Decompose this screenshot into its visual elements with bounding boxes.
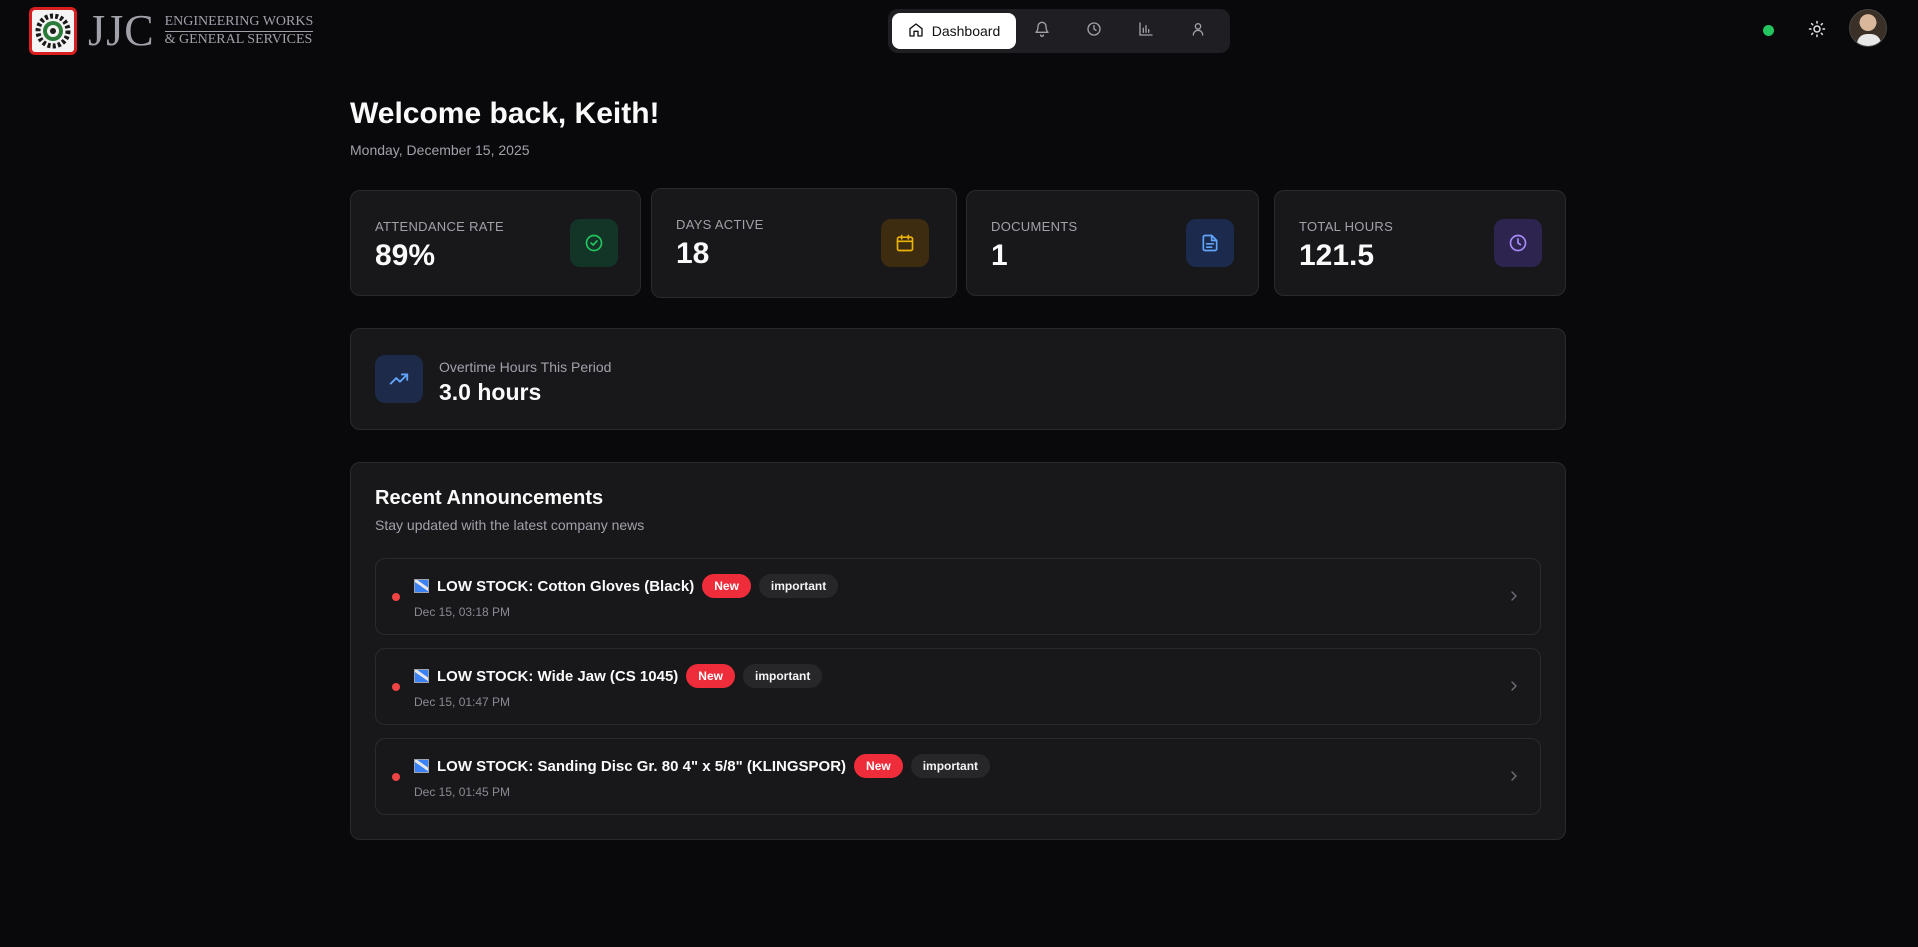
check-circle-icon [570, 219, 618, 267]
bell-icon [1034, 21, 1050, 42]
company-logo[interactable]: JJC ENGINEERING WORKS & GENERAL SERVICES [29, 6, 314, 55]
nav-reports[interactable] [1120, 13, 1172, 49]
current-date: Monday, December 15, 2025 [350, 142, 530, 158]
announcement-time: Dec 15, 01:47 PM [414, 695, 511, 709]
theme-toggle-button[interactable] [1803, 17, 1831, 45]
online-status-dot [1763, 25, 1774, 36]
nav-profile[interactable] [1172, 13, 1224, 49]
stat-label: DOCUMENTS [991, 219, 1078, 234]
stat-label: DAYS ACTIVE [676, 217, 764, 232]
new-badge: New [686, 664, 735, 688]
trending-up-icon [375, 355, 423, 403]
stat-value: 89% [375, 239, 436, 272]
flag-icon [414, 669, 429, 683]
important-badge: important [910, 754, 991, 778]
stat-value: 18 [676, 237, 710, 270]
flag-icon [414, 579, 429, 593]
logo-line-2: & GENERAL SERVICES [164, 32, 313, 47]
stat-card-documents[interactable]: DOCUMENTS 1 [966, 190, 1259, 296]
stat-card-attendance[interactable]: ATTENDANCE RATE 89% [350, 190, 641, 296]
announcement-item[interactable]: LOW STOCK: Wide Jaw (CS 1045) New import… [375, 648, 1541, 725]
announcement-title: LOW STOCK: Cotton Gloves (Black) [437, 577, 695, 595]
user-icon [1190, 21, 1206, 42]
main-nav: Dashboard [888, 9, 1230, 53]
announcement-item[interactable]: LOW STOCK: Cotton Gloves (Black) New imp… [375, 558, 1541, 635]
logo-subtitle: ENGINEERING WORKS & GENERAL SERVICES [164, 14, 314, 48]
top-header: JJC ENGINEERING WORKS & GENERAL SERVICES… [0, 0, 1918, 62]
main-content: Welcome back, Keith! Monday, December 15… [350, 96, 1566, 840]
chevron-right-icon [1511, 591, 1517, 601]
clock-icon [1086, 21, 1102, 42]
announcement-title: LOW STOCK: Wide Jaw (CS 1045) [437, 667, 679, 685]
chevron-right-icon [1511, 771, 1517, 781]
stat-label: TOTAL HOURS [1299, 219, 1394, 234]
flag-icon [414, 759, 429, 773]
calendar-icon [881, 219, 929, 267]
announcement-time: Dec 15, 03:18 PM [414, 605, 511, 619]
overtime-card: Overtime Hours This Period 3.0 hours [350, 328, 1566, 430]
announcements-subtitle: Stay updated with the latest company new… [375, 517, 645, 533]
clock-icon [1494, 219, 1542, 267]
stat-card-total-hours[interactable]: TOTAL HOURS 121.5 [1274, 190, 1566, 296]
unread-dot [392, 683, 400, 691]
overtime-label: Overtime Hours This Period [439, 359, 612, 375]
important-badge: important [742, 664, 823, 688]
announcements-title: Recent Announcements [375, 487, 604, 509]
announcement-time: Dec 15, 01:45 PM [414, 785, 511, 799]
logo-line-1: ENGINEERING WORKS [164, 14, 314, 32]
announcement-item[interactable]: LOW STOCK: Sanding Disc Gr. 80 4" x 5/8"… [375, 738, 1541, 815]
stat-value: 1 [991, 239, 1008, 272]
stat-label: ATTENDANCE RATE [375, 219, 504, 234]
nav-attendance[interactable] [1068, 13, 1120, 49]
logo-text: JJC [88, 6, 155, 55]
announcements-panel: Recent Announcements Stay updated with t… [350, 462, 1566, 840]
stats-grid: ATTENDANCE RATE 89% DAYS ACTIVE 18 DOCUM… [350, 188, 1566, 298]
document-icon [1186, 219, 1234, 267]
stat-card-days-active[interactable]: DAYS ACTIVE 18 [651, 188, 957, 298]
gear-logo-icon [29, 7, 77, 55]
welcome-heading: Welcome back, Keith! [350, 97, 660, 130]
unread-dot [392, 773, 400, 781]
overtime-value: 3.0 hours [439, 379, 542, 405]
nav-notifications[interactable] [1016, 13, 1068, 49]
home-icon [908, 22, 924, 41]
sun-icon [1808, 20, 1826, 43]
bar-chart-icon [1138, 21, 1154, 42]
new-badge: New [702, 574, 751, 598]
new-badge: New [854, 754, 903, 778]
user-avatar[interactable] [1849, 9, 1887, 47]
important-badge: important [758, 574, 839, 598]
nav-dashboard-label: Dashboard [931, 23, 1001, 39]
stat-value: 121.5 [1299, 239, 1375, 272]
unread-dot [392, 593, 400, 601]
chevron-right-icon [1511, 681, 1517, 691]
nav-dashboard[interactable]: Dashboard [892, 13, 1016, 49]
announcement-title: LOW STOCK: Sanding Disc Gr. 80 4" x 5/8"… [437, 757, 847, 775]
